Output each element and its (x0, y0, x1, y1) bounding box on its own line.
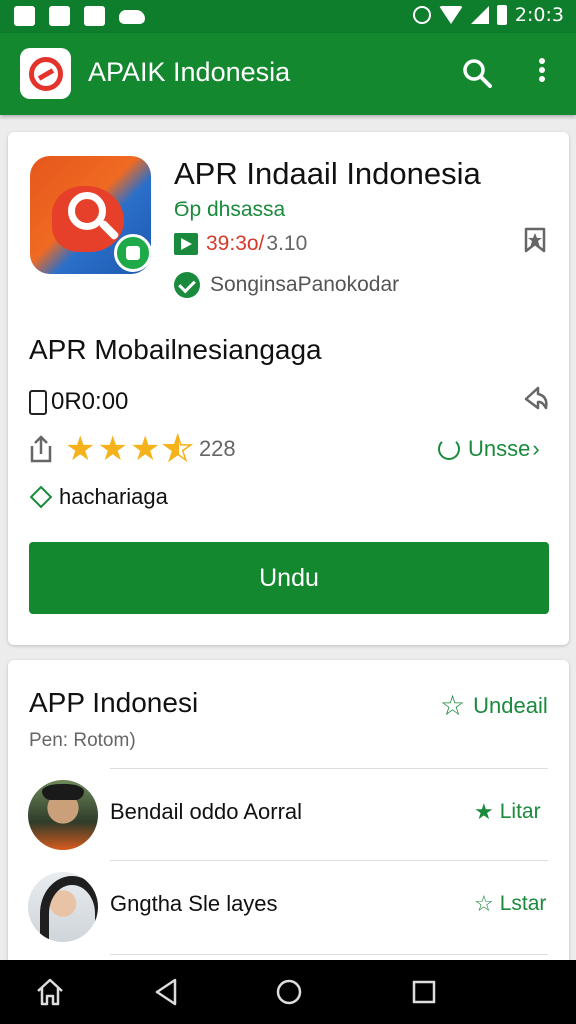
status-notifications (14, 6, 145, 26)
share-icon[interactable] (29, 434, 53, 464)
rating-count: 228 (198, 436, 236, 461)
app-detail-card: APR Indaail Indonesia Ϭp dhsassa 39:3o/ … (8, 132, 569, 645)
star-outline-icon: ☆ (440, 690, 466, 721)
update-link[interactable]: Unsse › (438, 436, 540, 462)
navigate-icon[interactable] (522, 384, 550, 414)
star-outline-icon: ☆ (474, 891, 494, 916)
section-action-label: Undeail (473, 693, 548, 718)
app-logo[interactable] (20, 48, 71, 99)
avatar (28, 872, 98, 942)
search-icon[interactable] (462, 58, 492, 88)
photo-icon (84, 6, 105, 26)
star-icon: ★ (97, 430, 128, 468)
refresh-icon (438, 438, 460, 460)
app-bar-title: APAIK Indonesia (88, 57, 291, 87)
star-half-icon: ★ (162, 430, 194, 468)
download-button[interactable]: Undu (29, 542, 549, 614)
list-item-action-label: Litar (499, 800, 541, 823)
home-icon[interactable] (34, 976, 66, 1008)
cloud-icon (119, 10, 145, 24)
chevron-right-icon: › (532, 436, 540, 461)
status-system: 2:0:3 (412, 4, 564, 26)
bookmark-icon[interactable] (522, 226, 548, 254)
star-icon: ★ (474, 799, 494, 824)
section-subtitle: Pen: Rotom) (29, 730, 136, 751)
rating-stars: ★ ★ ★ ★ (65, 430, 194, 468)
related-apps-card: APP Indonesi Pen: Rotom) ☆ Undeail Benda… (8, 660, 569, 970)
section-title: APP Indonesi (29, 687, 199, 718)
status-bar: 2:0:3 (0, 0, 576, 33)
tag-text: hachariaga (59, 484, 168, 509)
play-store-icon (174, 233, 198, 255)
logo-mark-icon (28, 56, 63, 91)
price-new: 39:3o/ (206, 232, 265, 255)
navigation-bar (0, 960, 576, 1024)
list-item[interactable]: Gngtha Sle layes ☆ Lstar (8, 866, 569, 948)
star-icon: ★ (129, 430, 161, 468)
signal-icon (470, 6, 489, 24)
section-action-link[interactable]: ☆ Undeail (440, 692, 548, 720)
tag-line[interactable]: hachariaga (29, 484, 168, 510)
divider (110, 768, 548, 769)
avatar (28, 780, 98, 850)
battery-icon (496, 5, 507, 25)
divider (110, 860, 548, 861)
app-badge-icon (114, 234, 151, 272)
list-item-action-label: Lstar (499, 892, 547, 915)
app-subtitle: APR Mobailnesiangaga (29, 334, 322, 365)
rating-line: ★ ★ ★ ★ 228 (29, 430, 236, 468)
price-line: 39:3o/ 3.10 (174, 232, 307, 256)
status-time: 2:0:3 (514, 4, 564, 26)
list-item-action[interactable]: ★ Litar (474, 800, 541, 824)
more-vert-icon[interactable] (530, 55, 554, 91)
phone-icon (29, 389, 47, 415)
wifi-icon (438, 6, 463, 24)
image-icon (14, 6, 35, 26)
price-old: 3.10 (266, 232, 308, 255)
verified-line: SonginsaPanokodar (174, 272, 399, 298)
check-icon (174, 272, 200, 298)
app-size: 0R0:00 (51, 388, 129, 415)
size-line: 0R0:00 (29, 388, 128, 416)
diamond-icon (29, 485, 53, 509)
app-icon (30, 156, 151, 274)
list-item-action[interactable]: ☆ Lstar (474, 892, 546, 916)
alarm-icon (412, 6, 431, 24)
list-item-name: Bendail oddo Aorral (110, 799, 303, 824)
app-bar: APAIK Indonesia (0, 33, 576, 115)
divider (110, 954, 548, 955)
circle-home-icon[interactable] (273, 976, 305, 1008)
star-icon: ★ (65, 430, 96, 468)
developer-link[interactable]: Ϭp dhsassa (174, 198, 285, 222)
list-item-name: Gngtha Sle layes (110, 891, 278, 916)
app-name: APR Indaail Indonesia (174, 156, 481, 191)
recents-icon[interactable] (408, 976, 440, 1008)
update-label: Unsse (468, 436, 531, 461)
back-icon[interactable] (151, 976, 183, 1008)
list-item[interactable]: Bendail oddo Aorral ★ Litar (8, 774, 569, 856)
verified-text: SonginsaPanokodar (210, 273, 400, 296)
notification-icon (49, 6, 70, 26)
